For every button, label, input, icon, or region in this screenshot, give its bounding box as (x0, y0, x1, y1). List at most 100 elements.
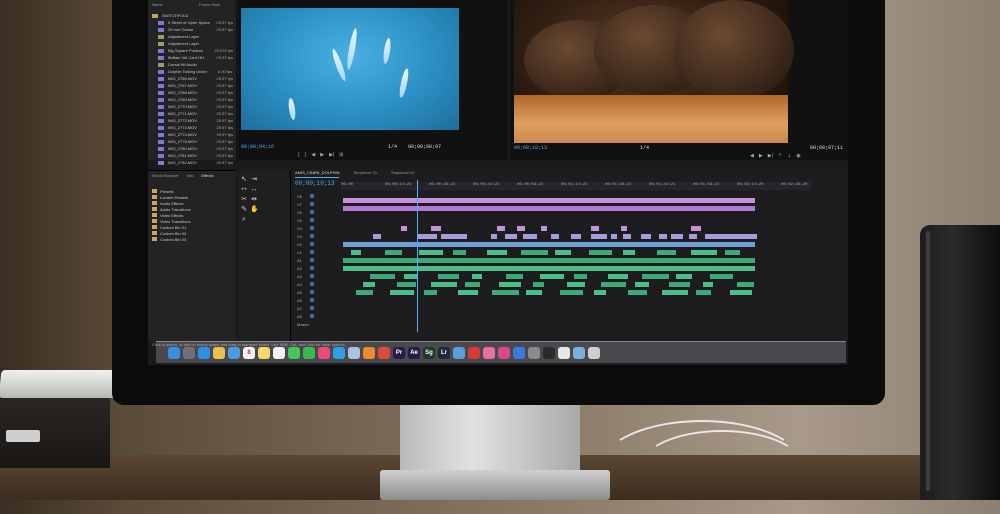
eye-icon[interactable] (309, 202, 314, 206)
timeline-clip[interactable] (397, 282, 416, 287)
timeline-clip[interactable] (431, 226, 441, 231)
play-icon[interactable]: ▶ (759, 153, 763, 159)
timeline-clip[interactable] (591, 234, 607, 239)
timeline-clip[interactable] (419, 250, 443, 255)
timeline-clip[interactable] (691, 226, 701, 231)
timeline-clip[interactable] (574, 274, 587, 279)
track-header[interactable]: A8 (291, 314, 347, 320)
timeline-clip[interactable] (523, 234, 537, 239)
step-back-icon[interactable]: ◀ (311, 152, 315, 158)
timeline-clip[interactable] (710, 274, 733, 279)
timeline-clip[interactable] (533, 282, 544, 287)
timeline-clip[interactable] (453, 250, 466, 255)
ripple-edit-tool-icon[interactable]: ⇿ (240, 186, 248, 194)
timeline-clip[interactable] (669, 282, 690, 287)
razor-tool-icon[interactable]: ✂ (240, 196, 248, 204)
timeline-clip[interactable] (526, 290, 542, 295)
photos-icon[interactable] (213, 346, 225, 359)
mark-out-icon[interactable]: } (305, 152, 307, 158)
eye-icon[interactable] (309, 234, 314, 238)
project-item[interactable]: IMG_2771.MOV 29.97 fps (148, 110, 236, 117)
track-header[interactable]: V3 (291, 234, 347, 240)
timeline-clip[interactable] (591, 226, 599, 231)
effects-panel-tab[interactable]: Info (187, 173, 194, 178)
system-prefs-icon[interactable] (528, 346, 540, 359)
extract-icon[interactable]: ⇣ (787, 153, 791, 159)
chrome-icon[interactable] (378, 346, 390, 359)
ibooks-icon[interactable] (363, 346, 375, 359)
timeline-clip[interactable] (662, 290, 688, 295)
eye-icon[interactable] (309, 274, 314, 278)
timeline-clip[interactable] (491, 234, 497, 239)
insert-icon[interactable]: ⊞ (339, 152, 343, 158)
messages-icon[interactable] (288, 346, 300, 359)
timeline-clip[interactable] (689, 234, 697, 239)
eye-icon[interactable] (309, 226, 314, 230)
project-item[interactable]: IMG_2781.MOV 29.97 fps (148, 152, 236, 159)
aftereffects-icon[interactable]: Ae (408, 346, 420, 359)
sequence-tab[interactable]: AMIS_CINEN_DOLPHIN (295, 170, 340, 178)
track-header[interactable]: V8 (291, 194, 347, 200)
eye-icon[interactable] (309, 242, 314, 246)
timeline-clip[interactable] (555, 250, 571, 255)
preview-icon[interactable] (348, 346, 360, 359)
playhead[interactable] (417, 180, 418, 332)
music-icon[interactable] (498, 346, 510, 359)
finder-icon[interactable] (168, 346, 180, 359)
timeline-clip[interactable] (725, 250, 740, 255)
eye-icon[interactable] (309, 290, 314, 294)
mail-icon[interactable] (228, 346, 240, 359)
timeline-clip[interactable] (594, 290, 606, 295)
project-item[interactable]: IMG_2782.MOV 29.97 fps (148, 159, 236, 166)
export-frame-icon[interactable]: ◉ (796, 153, 800, 159)
program-timecode[interactable]: 00;00;10;13 (514, 145, 547, 151)
eye-icon[interactable] (309, 314, 314, 318)
timeline-clip[interactable] (730, 290, 752, 295)
project-item[interactable]: IMG_2780.MOV 29.97 fps (148, 145, 236, 152)
project-item[interactable]: IMG_2767.MOV 29.97 fps (148, 82, 236, 89)
project-item[interactable]: 5 Street of Open Space 29.97 fps (148, 19, 236, 26)
timeline-clip[interactable] (343, 206, 755, 211)
timeline-clip[interactable] (540, 274, 564, 279)
track-header[interactable]: V6 (291, 210, 347, 216)
timeline-clip[interactable] (465, 282, 480, 287)
timeline-clip[interactable] (390, 290, 414, 295)
timeline-clip[interactable] (343, 242, 755, 247)
source-timecode-in[interactable]: 00;00;04;16 (241, 144, 274, 150)
appstore-icon[interactable] (333, 346, 345, 359)
timeline-clip[interactable] (608, 274, 628, 279)
master-track-header[interactable]: Master (291, 322, 347, 328)
timeline-clip[interactable] (641, 234, 651, 239)
creative-cloud-icon[interactable] (468, 346, 480, 359)
program-zoom[interactable]: 1/4 (640, 145, 649, 151)
timeline-clip[interactable] (657, 250, 676, 255)
track-header[interactable]: A5 (291, 290, 347, 296)
project-item[interactable]: IMG_2774.MOV 29.97 fps (148, 131, 236, 138)
track-header[interactable]: V2 (291, 242, 347, 248)
timeline-clip[interactable] (696, 290, 711, 295)
timeline-clip[interactable] (551, 234, 559, 239)
lift-icon[interactable]: ⇡ (778, 153, 782, 159)
track-header[interactable]: A1 (291, 258, 347, 264)
step-forward-icon[interactable]: ▶| (329, 152, 334, 158)
timeline-clip[interactable] (343, 258, 755, 263)
pen-tool-icon[interactable]: ✎ (240, 206, 248, 214)
track-select-tool-icon[interactable]: ⇥ (250, 176, 258, 184)
timeline-clip[interactable] (385, 250, 402, 255)
timeline-clip[interactable] (472, 274, 482, 279)
document-icon[interactable] (558, 346, 570, 359)
timeline-clip[interactable] (611, 234, 617, 239)
terminal-icon[interactable] (543, 346, 555, 359)
itunes-icon[interactable] (318, 346, 330, 359)
timeline-clip[interactable] (567, 282, 585, 287)
timeline-clip[interactable] (459, 234, 467, 239)
timeline-clip[interactable] (497, 226, 505, 231)
track-header[interactable]: A3 (291, 274, 347, 280)
timeline-clip[interactable] (589, 250, 612, 255)
track-header[interactable]: V5 (291, 218, 347, 224)
eye-icon[interactable] (309, 194, 314, 198)
effects-panel-tab[interactable]: Media Browser (152, 173, 179, 178)
timeline-clip[interactable] (370, 274, 395, 279)
timeline-clip[interactable] (659, 234, 667, 239)
step-back-icon[interactable]: ◀ (750, 153, 754, 159)
